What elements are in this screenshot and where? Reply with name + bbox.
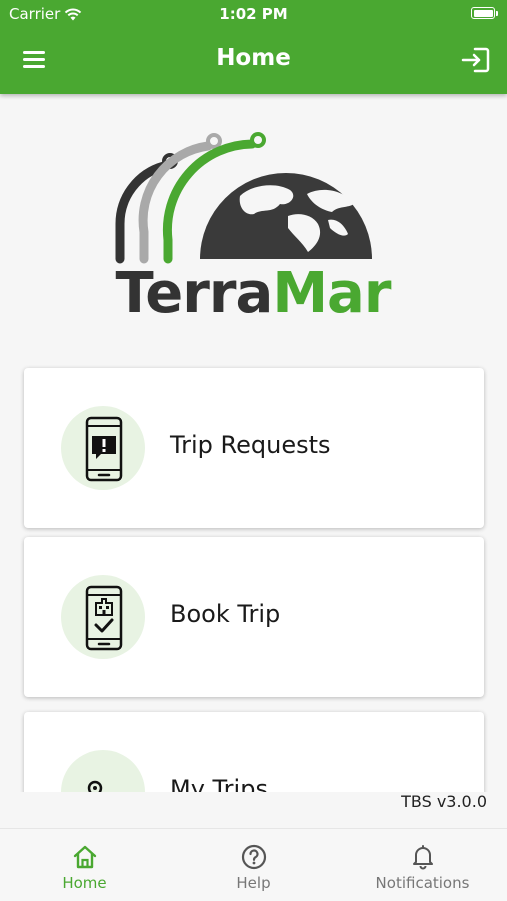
bottom-tab-bar: Home Help Notifications	[0, 828, 507, 901]
logout-button[interactable]	[461, 46, 491, 74]
top-app-bar: Carrier 1:02 PM Home	[0, 0, 507, 94]
logo-word-mar: Mar	[272, 261, 391, 326]
logout-icon	[461, 47, 490, 73]
help-circle-icon	[241, 844, 267, 870]
card-icon-circle	[61, 750, 145, 792]
battery-icon	[471, 7, 498, 19]
tab-notifications[interactable]: Notifications	[338, 829, 507, 901]
page-title: Home	[216, 45, 291, 71]
tab-label-help: Help	[236, 874, 271, 892]
nav-row: Home	[0, 28, 507, 92]
card-label: My Trips	[170, 775, 268, 792]
tab-home[interactable]: Home	[0, 829, 169, 901]
terramar-logo: TerraMar	[112, 124, 394, 329]
home-content[interactable]: TerraMar Trip Requests Book Trip My Trip…	[0, 94, 507, 792]
route-pin-icon	[87, 780, 103, 792]
tab-label-home: Home	[62, 874, 107, 892]
bell-icon	[413, 845, 433, 870]
tab-help[interactable]: Help	[169, 829, 338, 901]
card-label: Book Trip	[170, 600, 281, 628]
tab-label-notifications: Notifications	[375, 874, 470, 892]
card-label: Trip Requests	[170, 431, 331, 459]
my-trips-card[interactable]: My Trips	[24, 712, 484, 792]
status-bar: Carrier 1:02 PM	[0, 0, 507, 28]
status-time: 1:02 PM	[219, 5, 288, 23]
phone-building-check-icon	[85, 585, 123, 651]
card-icon-circle	[61, 406, 145, 490]
logo-wordmark: TerraMar	[112, 264, 394, 324]
app-version: TBS v3.0.0	[401, 792, 487, 811]
logo-word-terra: Terra	[115, 261, 274, 326]
home-icon	[73, 845, 97, 869]
trip-requests-card[interactable]: Trip Requests	[24, 368, 484, 528]
phone-alert-icon	[85, 416, 123, 482]
card-icon-circle	[61, 575, 145, 659]
book-trip-card[interactable]: Book Trip	[24, 537, 484, 697]
globe-circuit-graphic	[115, 132, 372, 264]
